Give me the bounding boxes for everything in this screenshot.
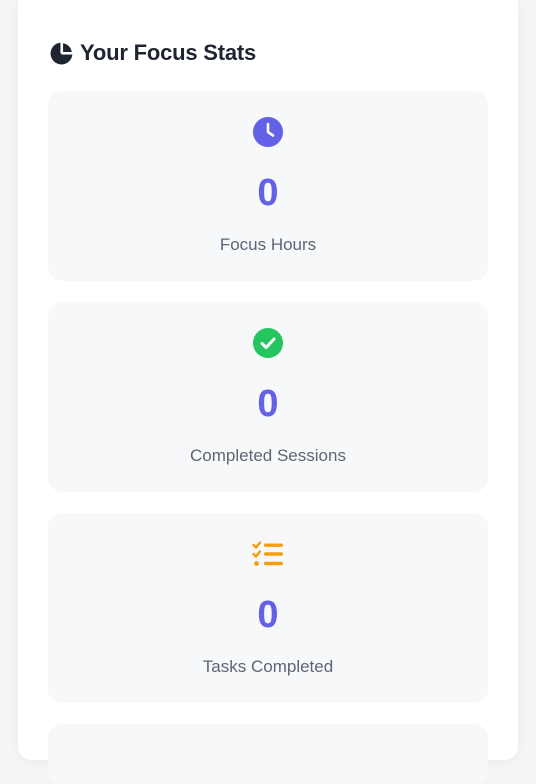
focus-stats-panel: Your Focus Stats 0 Focus Hours 0 Complet… (18, 0, 518, 784)
stats-title: Your Focus Stats (80, 40, 257, 65)
stats-header: Your Focus Stats (48, 40, 256, 66)
tasks-completed-value: 0 (257, 594, 279, 636)
completed-sessions-value: 0 (257, 383, 279, 425)
clock-icon (252, 116, 284, 148)
check-circle-icon (252, 327, 284, 359)
stat-card-partial (48, 724, 488, 784)
chart-pie-icon (48, 40, 74, 66)
completed-sessions-label: Completed Sessions (190, 446, 346, 465)
stat-card-tasks-completed: 0 Tasks Completed (48, 513, 488, 703)
focus-hours-label: Focus Hours (219, 235, 317, 254)
focus-hours-value: 0 (257, 172, 279, 214)
tasks-completed-label: Tasks Completed (202, 657, 334, 676)
stat-card-focus-hours: 0 Focus Hours (48, 91, 488, 281)
tasks-list-icon (252, 538, 284, 570)
stat-card-completed-sessions: 0 Completed Sessions (48, 302, 488, 492)
